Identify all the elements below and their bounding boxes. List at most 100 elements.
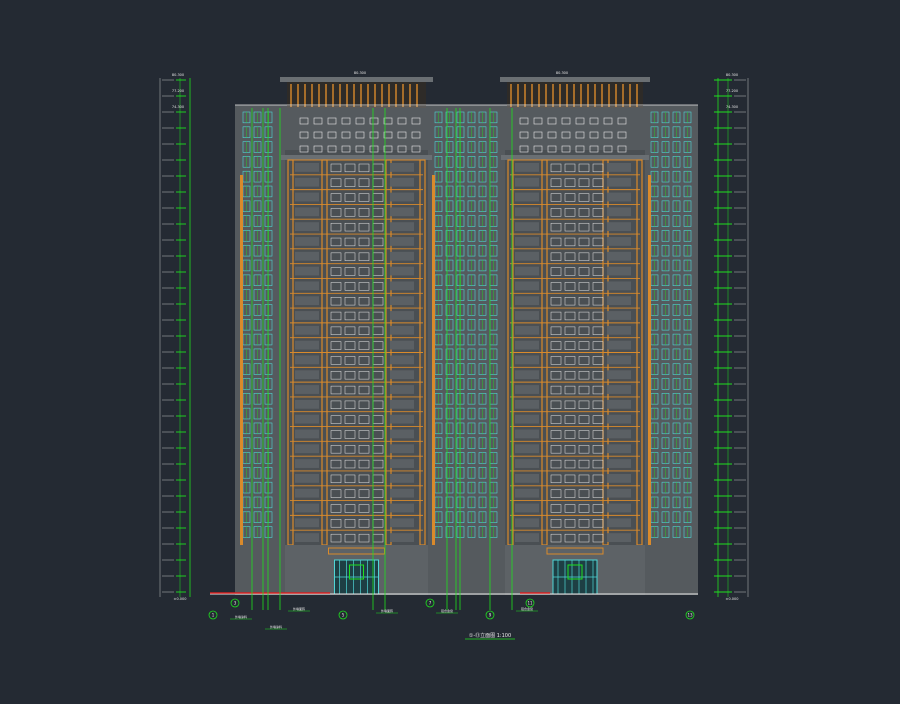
ground-elevation-left: ±0.000 — [174, 597, 187, 601]
side-panel — [607, 311, 631, 320]
side-panel — [607, 444, 631, 454]
side-panel — [515, 296, 539, 306]
side-panel — [515, 222, 539, 232]
side-panel — [515, 518, 539, 528]
side-panel — [515, 488, 539, 498]
side-panel — [515, 459, 539, 468]
side-panel — [515, 503, 539, 513]
side-panel — [390, 429, 414, 439]
side-panel — [295, 281, 319, 291]
roof-pavilion — [287, 82, 426, 108]
cornice — [281, 155, 432, 160]
side-panel — [390, 414, 414, 424]
side-panel — [607, 533, 631, 542]
side-panel — [295, 473, 319, 483]
side-panel — [295, 325, 319, 335]
axis-bubble-label: 3 — [234, 601, 237, 606]
side-panel — [515, 177, 539, 187]
side-panel — [295, 533, 319, 542]
side-panel — [390, 177, 414, 187]
side-panel — [295, 311, 319, 320]
side-panel — [515, 355, 539, 365]
elevation-label-left: 77.200 — [172, 89, 184, 93]
side-panel — [515, 414, 539, 424]
side-panel — [295, 459, 319, 468]
side-panel — [295, 385, 319, 394]
side-panel — [515, 473, 539, 483]
side-panel — [515, 370, 539, 380]
side-panel — [390, 459, 414, 468]
side-panel — [607, 414, 631, 424]
side-panel — [295, 163, 319, 172]
side-panel — [295, 177, 319, 187]
side-panel — [390, 518, 414, 528]
side-panel — [390, 473, 414, 483]
axis-bubble-label: 7 — [429, 601, 432, 606]
side-panel — [390, 444, 414, 454]
side-panel — [515, 340, 539, 350]
material-callout: 铝合金窗 — [441, 608, 453, 613]
drawing-title: ①-⑬立面图 1:100 — [469, 632, 511, 639]
side-panel — [295, 399, 319, 409]
side-panel — [607, 473, 631, 483]
side-panel — [295, 503, 319, 513]
cad-viewport[interactable]: 80.300 77.200 74.300 80.300 77.200 74.300 80.3… — [0, 0, 900, 700]
side-panel — [295, 266, 319, 276]
side-panel — [295, 444, 319, 454]
side-panel — [607, 192, 631, 202]
roof-cap — [280, 77, 433, 82]
side-panel — [515, 311, 539, 320]
side-panel — [295, 237, 319, 246]
side-panel — [390, 503, 414, 513]
wing-trim — [648, 175, 651, 545]
side-panel — [607, 370, 631, 380]
roof-elevation-label: 80.300 — [354, 71, 366, 75]
building-body — [210, 77, 698, 595]
material-callout: 外墙面砖 — [381, 608, 393, 613]
side-panel — [515, 207, 539, 217]
elevation-label-right: 80.300 — [726, 73, 738, 77]
side-panel — [390, 296, 414, 306]
side-panel — [607, 163, 631, 172]
side-panel — [390, 488, 414, 498]
side-panel — [607, 399, 631, 409]
side-panel — [515, 266, 539, 276]
side-panel — [515, 325, 539, 335]
material-callout: 铝合金窗 — [521, 606, 533, 611]
side-panel — [295, 488, 319, 498]
cornice — [501, 155, 649, 160]
side-panel — [515, 399, 539, 409]
side-panel — [390, 311, 414, 320]
side-panel — [295, 429, 319, 439]
side-panel — [607, 340, 631, 350]
side-panel — [390, 163, 414, 172]
side-panel — [295, 414, 319, 424]
side-panel — [295, 222, 319, 232]
side-panel — [390, 340, 414, 350]
side-panel — [390, 237, 414, 246]
axis-bubble-label: 1 — [212, 613, 215, 618]
side-panel — [607, 459, 631, 468]
side-panel — [607, 296, 631, 306]
side-panel — [607, 385, 631, 394]
side-panel — [607, 222, 631, 232]
side-panel — [295, 518, 319, 528]
side-panel — [607, 325, 631, 335]
side-panel — [515, 281, 539, 291]
side-panel — [607, 503, 631, 513]
wing-trim — [240, 175, 243, 545]
side-panel — [607, 488, 631, 498]
axis-bubble-label: 11 — [527, 601, 533, 606]
axis-bubble-label: 13 — [687, 613, 693, 618]
side-panel — [390, 370, 414, 380]
side-panel — [515, 163, 539, 172]
side-panel — [607, 281, 631, 291]
elevation-label-right: 77.200 — [726, 89, 738, 93]
side-panel — [515, 237, 539, 246]
axis-bubble-label: 5 — [342, 613, 345, 618]
side-panel — [295, 251, 319, 261]
side-panel — [390, 399, 414, 409]
building-elevation-drawing: 80.300 77.200 74.300 80.300 77.200 74.300 80.3… — [159, 71, 749, 640]
side-panel — [390, 266, 414, 276]
side-panel — [390, 385, 414, 394]
